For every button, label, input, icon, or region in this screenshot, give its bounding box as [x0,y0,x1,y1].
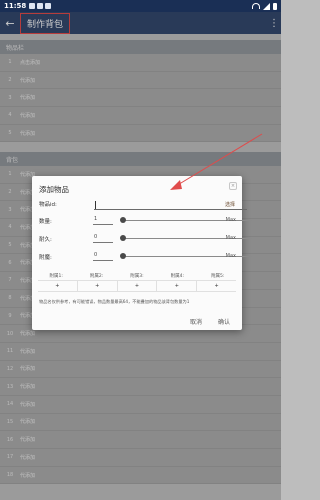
durability-label: 耐久: [39,237,52,243]
notification-icon [29,3,36,9]
attribute-labels: 附属1: 附属2: 附属3: 附属4: 附属5: [32,273,242,279]
notification-icon-2 [37,3,44,9]
enchant-max[interactable]: Max [226,253,236,259]
status-time: 11:58 [4,2,27,10]
item-id-row: 物品id: [39,200,61,208]
wifi-icon [252,3,260,9]
dialog-title: 添加物品 [39,185,69,194]
text-caret [95,201,96,209]
dialog-hint: 物品名仅供参考，有可能错误，物品数量最高64，不能叠加的物品该背包数量为1 [39,299,190,304]
enchant-label: 附魔: [39,255,52,261]
select-button[interactable]: 选择 [225,201,235,208]
attribute-input[interactable]: + [38,281,78,291]
attribute-input[interactable]: + [78,281,118,291]
attribute-label: 附属3: [130,274,144,279]
attribute-inputs: + + + + + [38,280,236,292]
durability-max[interactable]: Max [226,235,236,241]
durability-slider-thumb[interactable] [120,235,126,241]
quantity-label: 数量: [39,219,52,225]
enchant-input[interactable]: 0 [93,252,113,261]
status-bar: 11:58 [0,0,281,12]
cancel-button[interactable]: 取消 [190,317,202,326]
attribute-input[interactable]: + [157,281,198,291]
quantity-max[interactable]: Max [226,217,236,223]
signal-icon [263,2,270,10]
durability-input[interactable]: 0 [93,234,113,243]
quantity-slider-thumb[interactable] [120,217,126,223]
notification-icon-3 [45,3,52,9]
enchant-row: 附魔: [39,253,61,261]
attribute-label: 附属5: [211,274,225,279]
durability-row: 耐久: [39,235,61,243]
attribute-label: 附属2: [89,274,104,279]
ok-button[interactable]: 确认 [218,317,230,326]
attribute-input[interactable]: + [118,281,158,291]
attribute-input[interactable]: + [197,281,236,291]
attribute-label: 附属1: [49,274,63,279]
quantity-input[interactable]: 1 [93,216,113,225]
close-icon[interactable]: × [229,182,237,190]
add-item-dialog: 添加物品 × 物品id: 选择 数量: 1 Max 耐久: 0 Max 附魔: … [32,176,252,330]
quantity-row: 数量: [39,217,61,225]
enchant-slider-thumb[interactable] [120,253,126,259]
attributes-grid: 附属1: 附属2: 附属3: 附属4: 附属5: + + + + + [32,273,242,292]
attribute-label: 附属4: [170,274,185,279]
item-id-label: 物品id: [39,202,57,208]
battery-icon [273,2,277,10]
